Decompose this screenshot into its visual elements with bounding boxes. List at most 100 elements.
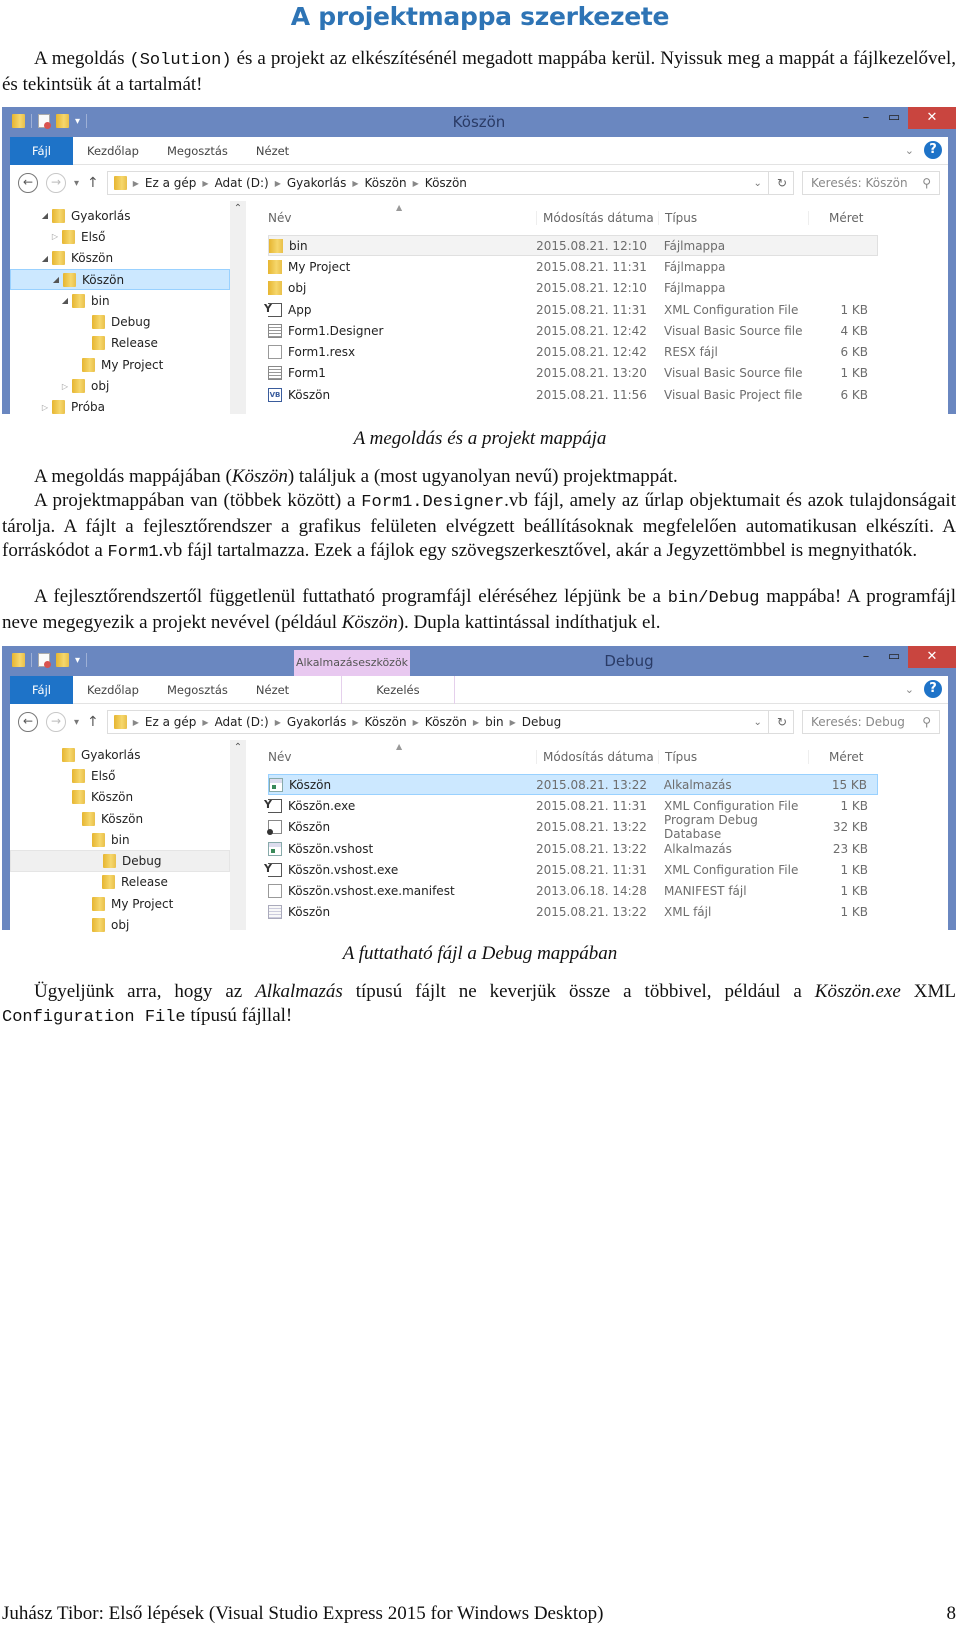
tree-item[interactable]: ◢ Köszön <box>10 268 230 291</box>
minimize-button[interactable]: – <box>852 646 880 668</box>
column-date[interactable]: Módosítás dátuma <box>536 750 658 764</box>
file-row[interactable]: Form1.resx 2015.08.21. 12:42 RESX fájl 6 KB <box>268 341 878 362</box>
tree-item[interactable]: Köszön <box>10 808 230 829</box>
help-icon[interactable]: ? <box>924 680 942 698</box>
file-row[interactable]: App 2015.08.21. 11:31 XML Configuration Fi… <box>264 299 878 320</box>
tree-item[interactable]: Release <box>10 872 230 893</box>
address-dropdown-icon[interactable]: ⌄ <box>754 717 762 728</box>
column-size[interactable]: Méret <box>808 211 878 225</box>
tree-item[interactable]: Debug <box>10 311 230 332</box>
maximize-button[interactable]: ▭ <box>880 107 908 129</box>
tab-view[interactable]: Nézet <box>242 676 303 704</box>
breadcrumb-item[interactable]: Gyakorlás <box>287 715 347 729</box>
tree-item[interactable]: ▷ obj <box>10 375 230 396</box>
tab-manage[interactable]: Kezelés <box>341 675 455 704</box>
tree-item[interactable]: My Project <box>10 893 230 914</box>
customize-dropdown-icon[interactable]: ▾ <box>75 655 80 666</box>
breadcrumb-item[interactable]: Köszön <box>425 176 467 190</box>
collapse-arrow-icon[interactable]: ◢ <box>51 275 61 284</box>
tree-item[interactable]: bin <box>10 829 230 850</box>
search-input[interactable]: Keresés: Debug ⚲ <box>802 710 940 734</box>
tree-item[interactable]: obj <box>10 914 230 935</box>
expand-arrow-icon[interactable]: ▷ <box>60 382 70 391</box>
file-row[interactable]: Form1.Designer 2015.08.21. 12:42 Visual Ba… <box>268 320 878 341</box>
collapse-arrow-icon[interactable]: ◢ <box>60 296 70 305</box>
breadcrumb-item[interactable]: Debug <box>522 715 561 729</box>
refresh-icon[interactable]: ↻ <box>767 711 787 733</box>
recent-locations-icon[interactable]: ▾ <box>74 178 79 189</box>
tree-item[interactable]: ▷ Első <box>10 226 230 247</box>
forward-button[interactable]: → <box>46 173 66 193</box>
breadcrumb-item[interactable]: bin <box>485 715 504 729</box>
help-icon[interactable]: ? <box>924 141 942 159</box>
breadcrumb-item[interactable]: Adat (D:) <box>215 715 269 729</box>
tree-item[interactable]: Gyakorlás <box>10 744 230 765</box>
expand-arrow-icon[interactable]: ▷ <box>40 403 50 412</box>
navigation-scrollbar[interactable]: ⌃ <box>230 740 246 930</box>
tree-item[interactable]: Debug <box>10 850 230 872</box>
file-row[interactable]: Köszön 2015.08.21. 13:22 Program Debug Dat… <box>267 813 878 841</box>
breadcrumb-item[interactable]: Ez a gép <box>145 176 196 190</box>
address-bar[interactable]: ▶ Ez a gép ▶ Adat (D:) ▶ Gyakorlás ▶ Köszön … <box>106 710 794 734</box>
address-bar[interactable]: ▶ Ez a gép ▶ Adat (D:) ▶ Gyakorlás ▶ Köszön … <box>106 171 794 195</box>
file-row[interactable]: Köszön.vshost 2015.08.21. 13:22 Alkalmazás… <box>268 838 878 859</box>
file-row[interactable]: My Project 2015.08.21. 11:31 Fájlmappa <box>268 256 878 277</box>
tab-share[interactable]: Megosztás <box>153 676 242 704</box>
maximize-button[interactable]: ▭ <box>880 646 908 668</box>
file-row[interactable]: Köszön 2015.08.21. 13:22 Alkalmazás 15 KB <box>268 774 878 796</box>
folder-icon[interactable] <box>12 653 25 667</box>
breadcrumb-item[interactable]: Köszön <box>365 176 407 190</box>
back-button[interactable]: ← <box>18 712 38 732</box>
tree-item[interactable]: ◢ Gyakorlás <box>10 205 230 226</box>
column-date[interactable]: Módosítás dátuma <box>536 211 658 225</box>
search-input[interactable]: Keresés: Köszön ⚲ <box>802 171 940 195</box>
tree-item[interactable]: ◢ bin <box>10 290 230 311</box>
minimize-button[interactable]: – <box>852 107 880 129</box>
breadcrumb-item[interactable]: Köszön <box>365 715 407 729</box>
new-folder-icon[interactable] <box>56 653 69 667</box>
file-row[interactable]: Köszön 2015.08.21. 13:22 XML fájl 1 KB <box>268 902 878 923</box>
tree-item[interactable]: Release <box>10 333 230 354</box>
tree-item[interactable]: Köszön <box>10 787 230 808</box>
tree-item[interactable]: ◢ Köszön <box>10 248 230 269</box>
refresh-icon[interactable]: ↻ <box>767 172 787 194</box>
navigation-scrollbar[interactable]: ⌃ <box>230 201 246 414</box>
collapse-arrow-icon[interactable]: ◢ <box>40 211 50 220</box>
up-button[interactable]: ↑ <box>87 175 99 191</box>
column-name[interactable]: Név <box>268 750 536 764</box>
expand-ribbon-icon[interactable]: ⌄ <box>905 683 914 696</box>
forward-button[interactable]: → <box>46 712 66 732</box>
tab-home[interactable]: Kezdőlap <box>73 137 153 165</box>
column-type[interactable]: Típus <box>658 211 808 225</box>
tree-item[interactable]: Első <box>10 765 230 786</box>
file-row[interactable]: bin 2015.08.21. 12:10 Fájlmappa <box>268 235 878 257</box>
collapse-arrow-icon[interactable]: ◢ <box>40 254 50 263</box>
file-row[interactable]: Form1 2015.08.21. 13:20 Visual Basic Sourc… <box>268 363 878 384</box>
tab-share[interactable]: Megosztás <box>153 137 242 165</box>
properties-icon[interactable] <box>38 653 51 668</box>
file-row[interactable]: obj 2015.08.21. 12:10 Fájlmappa <box>268 278 878 299</box>
close-button[interactable]: ✕ <box>908 107 956 129</box>
column-type[interactable]: Típus <box>658 750 808 764</box>
expand-ribbon-icon[interactable]: ⌄ <box>905 144 914 157</box>
file-row[interactable]: Köszön.vshost.exe 2015.08.21. 11:31 XML Co… <box>264 859 878 880</box>
tab-view[interactable]: Nézet <box>242 137 303 165</box>
up-button[interactable]: ↑ <box>87 714 99 730</box>
back-button[interactable]: ← <box>18 173 38 193</box>
column-size[interactable]: Méret <box>808 750 878 764</box>
breadcrumb-item[interactable]: Adat (D:) <box>215 176 269 190</box>
address-dropdown-icon[interactable]: ⌄ <box>754 178 762 189</box>
expand-arrow-icon[interactable]: ▷ <box>50 232 60 241</box>
column-name[interactable]: Név <box>268 211 536 225</box>
tab-file[interactable]: Fájl <box>10 675 73 704</box>
tree-item[interactable]: ▷ Próba <box>10 397 230 418</box>
breadcrumb-item[interactable]: Gyakorlás <box>287 176 347 190</box>
file-row[interactable]: VB Köszön 2015.08.21. 11:56 Visual Basic Pr… <box>268 384 878 405</box>
tab-home[interactable]: Kezdőlap <box>73 676 153 704</box>
close-button[interactable]: ✕ <box>908 646 956 668</box>
recent-locations-icon[interactable]: ▾ <box>74 717 79 728</box>
breadcrumb-item[interactable]: Köszön <box>425 715 467 729</box>
file-row[interactable]: Köszön.vshost.exe.manifest 2013.06.18. 14… <box>268 880 878 901</box>
breadcrumb-item[interactable]: Ez a gép <box>145 715 196 729</box>
tab-file[interactable]: Fájl <box>10 136 73 165</box>
